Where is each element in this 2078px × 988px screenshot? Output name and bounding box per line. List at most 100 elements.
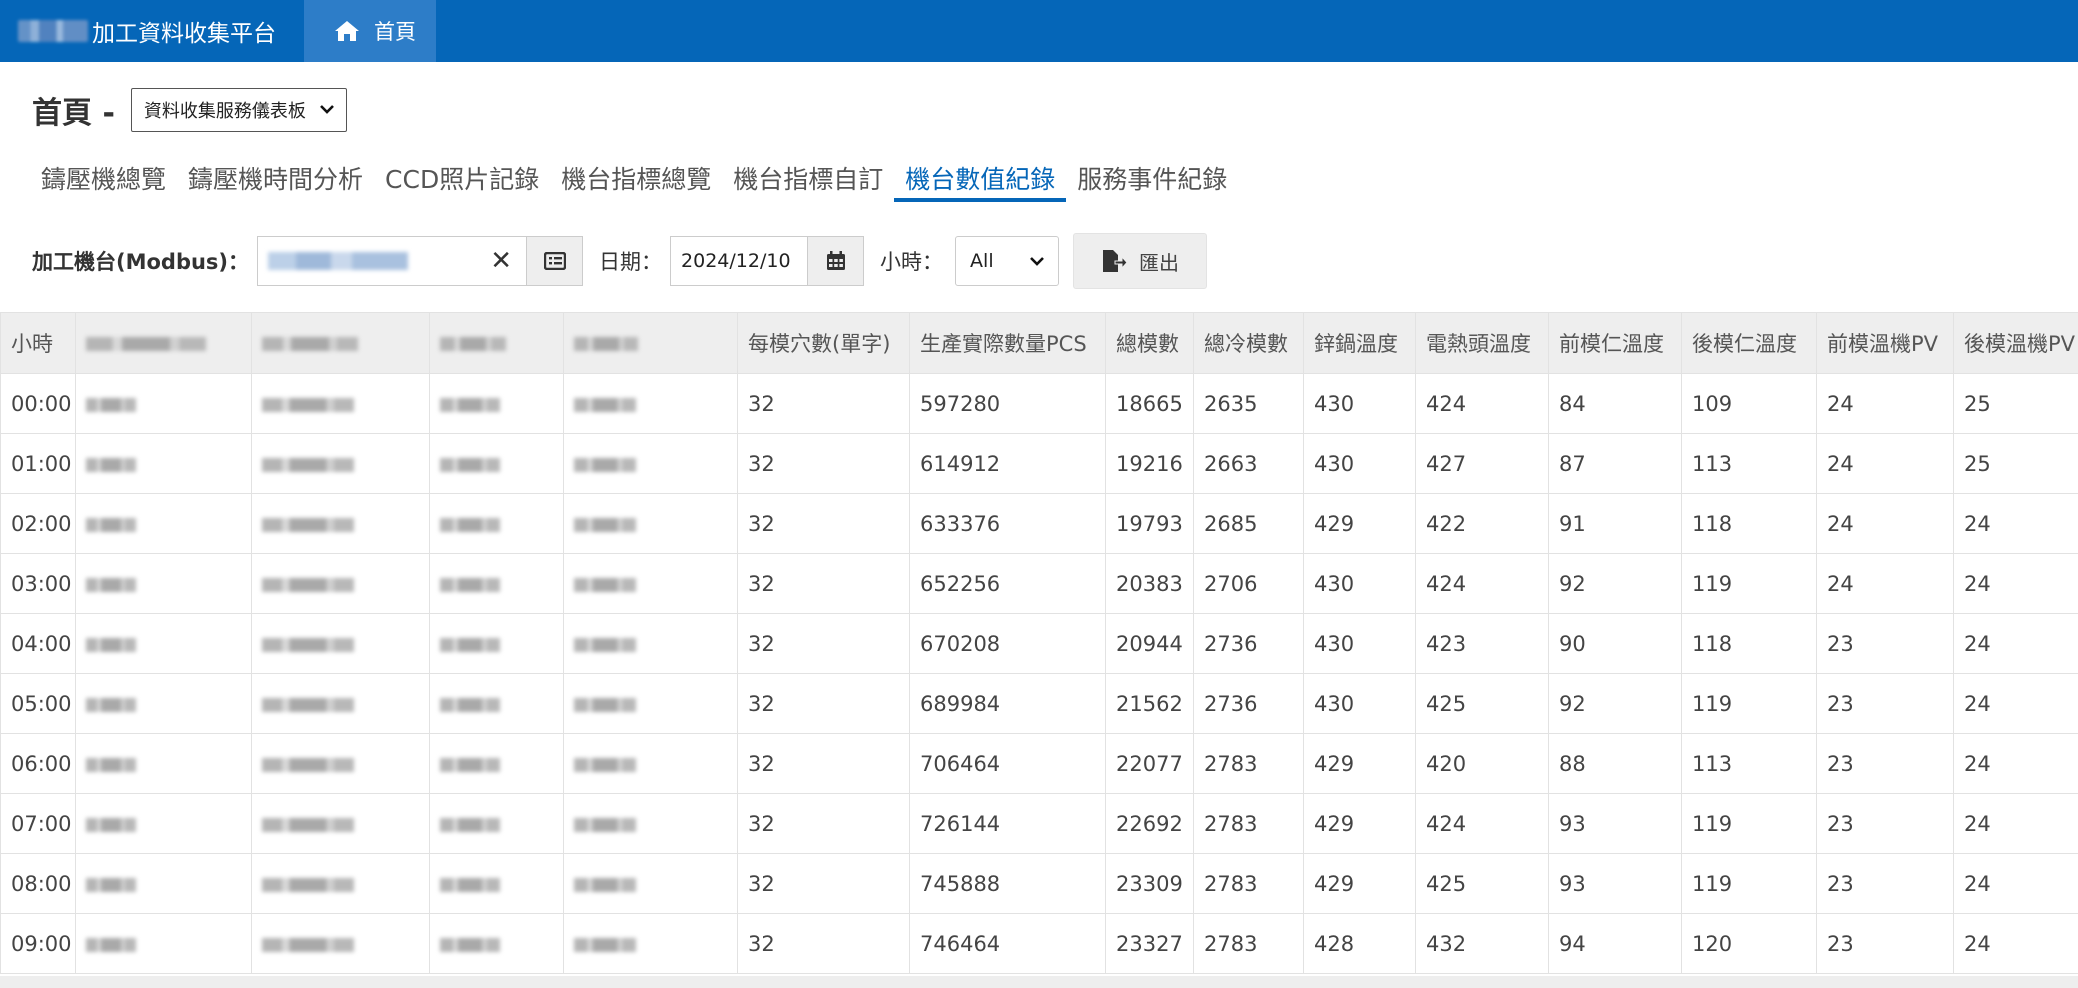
redacted-header-text: [262, 337, 358, 351]
table-cell: [251, 553, 430, 614]
tab-4[interactable]: 機台指標自訂: [722, 154, 894, 202]
redacted-cell-text: [86, 877, 136, 892]
horizontal-scrollbar[interactable]: [0, 976, 2078, 988]
table-cell: 32: [737, 433, 910, 494]
column-header[interactable]: 後模仁溫度: [1681, 312, 1817, 374]
filter-bar: 加工機台(Modbus)： ✕ 日期： 2024/12/10 小時： All 匯…: [32, 233, 1208, 289]
machine-value-redacted: [268, 252, 409, 270]
tab-1[interactable]: 鑄壓機時間分析: [177, 154, 374, 202]
table-cell: 2783: [1193, 793, 1304, 854]
table-row[interactable]: 01:00 32 614912 19216 2663 430 427 87 113 24 25: [0, 433, 2078, 494]
machine-input[interactable]: ✕: [257, 236, 528, 286]
column-header[interactable]: [563, 312, 738, 374]
table-cell: 119: [1681, 853, 1817, 914]
table-cell: 432: [1415, 913, 1549, 974]
table-cell: [251, 913, 430, 974]
data-table-container[interactable]: 小時 每模穴數(單字) 生產實際數量PCS 總模數 總冷模數 鋅鍋溫度 電熱頭溫度 前模仁溫度…: [0, 312, 2078, 976]
date-picker: 2024/12/10: [670, 236, 865, 286]
column-header[interactable]: 後模溫機PV: [1953, 312, 2078, 374]
table-cell: 2783: [1193, 913, 1304, 974]
table-row[interactable]: 06:00 32 706464 22077 2783 429 420 88 113 23 24: [0, 733, 2078, 794]
table-row[interactable]: 09:00 32 746464 23327 2783 428 432 94 120 23 24: [0, 913, 2078, 974]
tab-6[interactable]: 服務事件紀錄: [1066, 154, 1238, 202]
chevron-down-icon: [1030, 257, 1044, 266]
table-cell: 01:00: [0, 433, 76, 494]
brand[interactable]: 加工資料收集平台: [0, 0, 304, 62]
table-row[interactable]: 05:00 32 689984 21562 2736 430 425 92 119 23 24: [0, 673, 2078, 734]
column-header[interactable]: 每模穴數(單字): [737, 312, 910, 374]
column-header[interactable]: 總模數: [1105, 312, 1194, 374]
table-row[interactable]: 02:00 32 633376 19793 2685 429 422 91 118 24 24: [0, 493, 2078, 554]
table-cell: 109: [1681, 373, 1817, 434]
redacted-cell-text: [262, 577, 354, 592]
table-row[interactable]: 08:00 32 745888 23309 2783 429 425 93 119 23 24: [0, 853, 2078, 914]
column-header[interactable]: 電熱頭溫度: [1415, 312, 1549, 374]
table-cell: 429: [1303, 793, 1416, 854]
column-header[interactable]: 生產實際數量PCS: [909, 312, 1106, 374]
table-cell: [563, 553, 738, 614]
machine-list-button[interactable]: [527, 236, 584, 286]
table-cell: 425: [1415, 853, 1549, 914]
table-cell: 113: [1681, 733, 1817, 794]
table-cell: 32: [737, 673, 910, 734]
table-cell: 90: [1548, 613, 1682, 674]
table-cell: 429: [1303, 493, 1416, 554]
table-cell: 420: [1415, 733, 1549, 794]
column-header[interactable]: 前模仁溫度: [1548, 312, 1682, 374]
table-cell: 24: [1953, 793, 2078, 854]
table-cell: 422: [1415, 493, 1549, 554]
table-row[interactable]: 07:00 32 726144 22692 2783 429 424 93 119 23 24: [0, 793, 2078, 854]
table-cell: 429: [1303, 853, 1416, 914]
tab-2[interactable]: CCD照片記錄: [374, 154, 550, 202]
table-cell: 24: [1953, 613, 2078, 674]
redacted-cell-text: [262, 517, 354, 532]
column-header[interactable]: [251, 312, 430, 374]
table-cell: 20383: [1105, 553, 1194, 614]
redacted-header-text: [86, 337, 206, 351]
column-header[interactable]: 總冷模數: [1193, 312, 1304, 374]
column-header[interactable]: 鋅鍋溫度: [1303, 312, 1416, 374]
table-cell: 118: [1681, 613, 1817, 674]
table-row[interactable]: 03:00 32 652256 20383 2706 430 424 92 119 24 24: [0, 553, 2078, 614]
table-cell: 93: [1548, 853, 1682, 914]
table-cell: 91: [1548, 493, 1682, 554]
table-cell: [75, 673, 252, 734]
hour-select[interactable]: All: [955, 236, 1060, 286]
tab-0[interactable]: 鑄壓機總覽: [30, 154, 177, 202]
table-row[interactable]: 00:00 32 597280 18665 2635 430 424 84 109 24 25: [0, 373, 2078, 434]
table-cell: 24: [1953, 493, 2078, 554]
table-cell: 614912: [909, 433, 1106, 494]
redacted-cell-text: [86, 397, 136, 412]
column-header[interactable]: [429, 312, 564, 374]
table-cell: 2783: [1193, 853, 1304, 914]
table-cell: 689984: [909, 673, 1106, 734]
column-header[interactable]: 前模溫機PV: [1816, 312, 1954, 374]
redacted-cell-text: [262, 457, 354, 472]
redacted-cell-text: [262, 397, 354, 412]
table-cell: 00:00: [0, 373, 76, 434]
redacted-cell-text: [440, 877, 500, 892]
tab-5[interactable]: 機台數值紀錄: [894, 154, 1067, 202]
table-cell: 87: [1548, 433, 1682, 494]
redacted-cell-text: [574, 517, 636, 532]
column-header[interactable]: [75, 312, 252, 374]
home-icon: [335, 21, 359, 41]
table-cell: 23: [1816, 853, 1954, 914]
column-header[interactable]: 小時: [0, 312, 76, 374]
export-button[interactable]: 匯出: [1073, 233, 1208, 289]
table-cell: 2783: [1193, 733, 1304, 794]
nav-home-link[interactable]: 首頁: [304, 0, 436, 62]
table-cell: 21562: [1105, 673, 1194, 734]
tab-3[interactable]: 機台指標總覽: [550, 154, 722, 202]
clear-icon[interactable]: ✕: [490, 246, 512, 276]
table-cell: [251, 853, 430, 914]
table-row[interactable]: 04:00 32 670208 20944 2736 430 423 90 118 23 24: [0, 613, 2078, 674]
redacted-cell-text: [574, 817, 636, 832]
date-input[interactable]: 2024/12/10: [670, 236, 809, 286]
table-cell: 652256: [909, 553, 1106, 614]
table-cell: 23: [1816, 913, 1954, 974]
table-cell: 32: [737, 793, 910, 854]
table-cell: [563, 913, 738, 974]
calendar-button[interactable]: [808, 236, 865, 286]
dashboard-select[interactable]: 資料收集服務儀表板: [130, 88, 347, 132]
